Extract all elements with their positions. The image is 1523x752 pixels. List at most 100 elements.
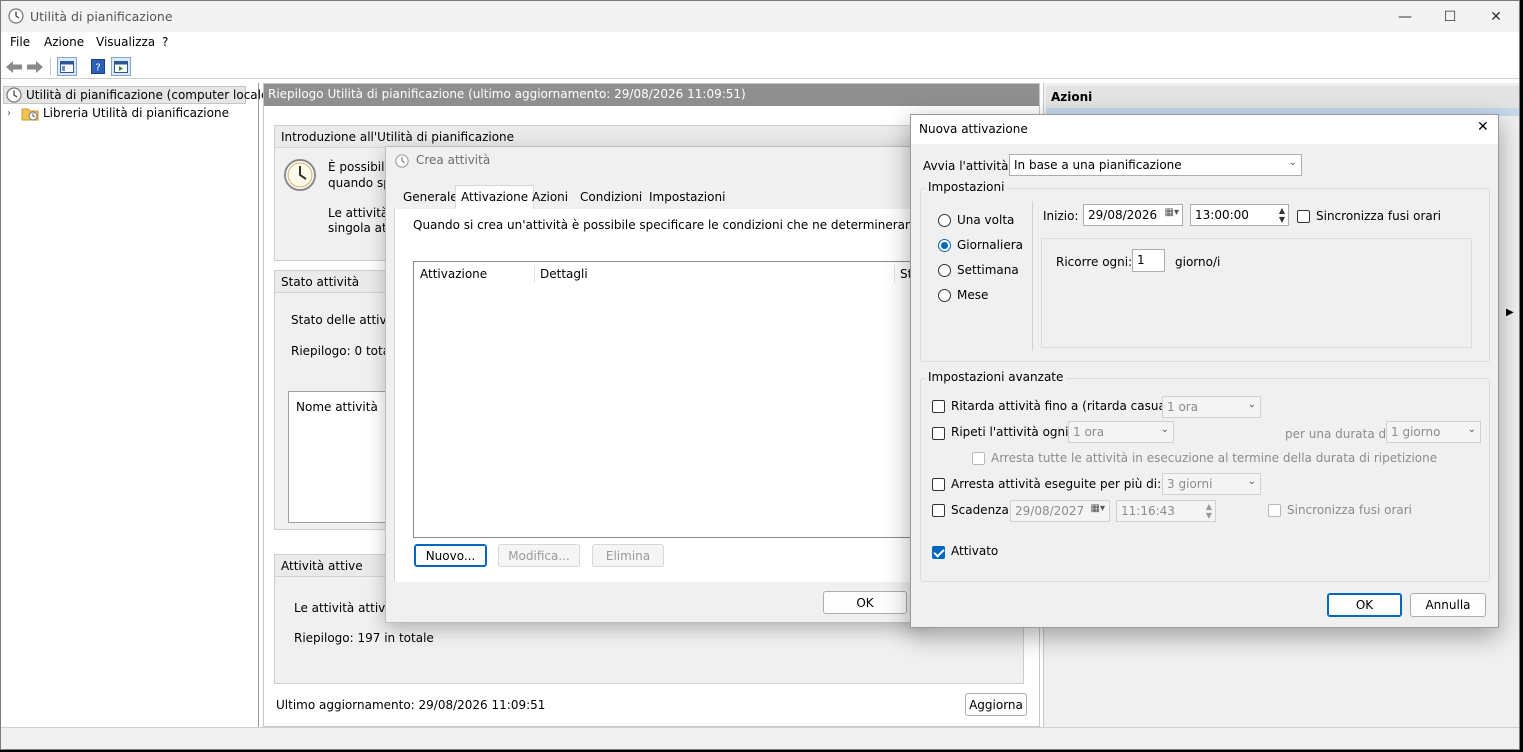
start-task-select[interactable]: In base a una pianificazione ⌄: [1009, 154, 1302, 176]
recur-input[interactable]: 1: [1132, 249, 1165, 272]
maximize-button[interactable]: ☐: [1427, 1, 1473, 32]
dialog-close-icon[interactable]: ✕: [1477, 119, 1489, 135]
new-trigger-label: Nuovo...: [425, 548, 476, 563]
expire-time-field[interactable]: 11:16:43 ▲ ▼: [1116, 500, 1216, 522]
back-arrow-icon: [6, 60, 22, 73]
intro-text-1: È possibile: [328, 160, 392, 174]
menu-file[interactable]: File: [10, 35, 30, 49]
large-clock-icon: [283, 158, 317, 195]
expire-time-value: 11:16:43: [1121, 504, 1175, 518]
expire-sync-checkbox[interactable]: [1268, 504, 1281, 517]
refresh-button[interactable]: Aggiorna: [965, 693, 1027, 716]
cancel-button-label: Annulla: [1425, 598, 1471, 612]
delay-select[interactable]: 1 ora ⌄: [1162, 396, 1261, 418]
advanced-group-label: Impostazioni avanzate: [925, 370, 1067, 384]
column-trigger[interactable]: Attivazione: [420, 267, 487, 281]
task-status-list[interactable]: Nome attività: [288, 391, 388, 523]
tree-item-library-label: Libreria Utilità di pianificazione: [43, 106, 229, 120]
delay-label[interactable]: Ritarda attività fino a (ritarda casuale…: [951, 399, 1185, 413]
help-book-icon: ?: [91, 59, 105, 74]
stop-longer-select[interactable]: 3 giorni ⌄: [1162, 473, 1261, 495]
expire-sync-label[interactable]: Sincronizza fusi orari: [1287, 503, 1412, 517]
stop-longer-label[interactable]: Arresta attività eseguite per più di:: [951, 477, 1161, 491]
spin-updown-icon[interactable]: ▲ ▼: [1206, 502, 1212, 520]
edit-trigger-button[interactable]: Modifica...: [498, 544, 580, 567]
start-date-value: 29/08/2026: [1088, 208, 1158, 222]
minimize-icon: —: [1398, 8, 1412, 25]
tab-conditions[interactable]: Condizioni: [575, 188, 647, 209]
summary-header: Riepilogo Utilità di pianificazione (ult…: [264, 84, 1039, 106]
duration-select[interactable]: 1 giorno ⌄: [1386, 421, 1481, 443]
recur-label: Ricorre ogni:: [1056, 255, 1133, 269]
radio-monthly-label[interactable]: Mese: [957, 288, 988, 302]
tree-item-root-label: Utilità di pianificazione (computer loca…: [26, 88, 274, 102]
close-button[interactable]: ✕: [1473, 1, 1519, 32]
expire-date-picker[interactable]: 29/08/2027 ▦▾: [1010, 500, 1110, 522]
recur-value: 1: [1137, 253, 1145, 267]
forward-arrow-icon: [27, 60, 43, 73]
enabled-checkbox[interactable]: [932, 546, 945, 559]
ok-button[interactable]: OK: [1327, 593, 1402, 617]
sync-timezones-label[interactable]: Sincronizza fusi orari: [1316, 209, 1441, 223]
minimize-button[interactable]: —: [1382, 1, 1428, 32]
chevron-right-icon[interactable]: ›: [7, 108, 21, 119]
tree-item-library[interactable]: › Libreria Utilità di pianificazione: [7, 104, 229, 122]
radio-monthly[interactable]: [938, 289, 951, 302]
menu-help[interactable]: ?: [162, 35, 168, 49]
delay-checkbox[interactable]: [932, 400, 945, 413]
menu-action[interactable]: Azione: [44, 35, 84, 49]
radio-once-label[interactable]: Una volta: [957, 213, 1014, 227]
task-name-column-header[interactable]: Nome attività: [296, 400, 378, 414]
tab-triggers[interactable]: Attivazione: [455, 185, 535, 210]
forward-button[interactable]: [25, 57, 45, 76]
start-task-label: Avvia l'attività:: [923, 159, 1013, 173]
stop-all-checkbox[interactable]: [972, 452, 985, 465]
title-bar: Utilità di pianificazione — ☐ ✕: [1, 1, 1519, 32]
triggers-tab-panel: Quando si crea un'attività è possibile s…: [394, 209, 1008, 582]
delay-value: 1 ora: [1167, 400, 1199, 414]
spin-updown-icon[interactable]: ▲ ▼: [1279, 206, 1285, 224]
radio-weekly-label[interactable]: Settimana: [957, 263, 1019, 277]
expire-checkbox[interactable]: [932, 504, 945, 517]
console-tree: Utilità di pianificazione (computer loca…: [1, 83, 273, 727]
menu-view[interactable]: Visualizza: [96, 35, 155, 49]
new-trigger-dialog: Nuova attivazione ✕ Avvia l'attività: In…: [910, 114, 1499, 628]
submenu-arrow-icon[interactable]: ▶: [1506, 307, 1514, 318]
repeat-checkbox[interactable]: [932, 427, 945, 440]
tab-settings[interactable]: Impostazioni: [644, 188, 730, 209]
duration-label: per una durata di:: [1285, 427, 1394, 441]
start-time-field[interactable]: 13:00:00 ▲ ▼: [1190, 204, 1289, 226]
column-details[interactable]: Dettagli: [540, 267, 588, 281]
stop-all-label[interactable]: Arresta tutte le attività in esecuzione …: [991, 451, 1437, 465]
stop-longer-value: 3 giorni: [1167, 477, 1213, 491]
cancel-button[interactable]: Annulla: [1410, 593, 1486, 617]
tab-general[interactable]: Generale: [398, 188, 463, 209]
status-bar: [1, 727, 1519, 749]
repeat-label[interactable]: Ripeti l'attività ogni:: [951, 425, 1073, 439]
help-button[interactable]: ?: [88, 57, 108, 76]
radio-daily-label[interactable]: Giornaliera: [957, 238, 1023, 252]
expire-label[interactable]: Scadenza:: [951, 503, 1013, 517]
radio-once[interactable]: [938, 214, 951, 227]
repeat-select[interactable]: 1 ora ⌄: [1068, 421, 1174, 443]
show-console-tree-button[interactable]: [57, 57, 77, 76]
new-trigger-button[interactable]: Nuovo...: [414, 544, 487, 567]
chevron-down-icon: ⌄: [1247, 476, 1256, 487]
toolbar: ?: [1, 54, 1519, 79]
show-action-pane-button[interactable]: [111, 57, 131, 76]
delete-trigger-button[interactable]: Elimina: [592, 544, 664, 567]
enabled-label[interactable]: Attivato: [951, 544, 998, 558]
back-button[interactable]: [4, 57, 24, 76]
window-title: Utilità di pianificazione: [30, 9, 173, 24]
start-time-value: 13:00:00: [1195, 208, 1249, 222]
create-task-ok-button[interactable]: OK: [823, 591, 907, 614]
tab-actions[interactable]: Azioni: [527, 188, 573, 209]
triggers-list[interactable]: Attivazione Dettagli St: [413, 261, 925, 538]
radio-weekly[interactable]: [938, 264, 951, 277]
chevron-down-icon: ⌄: [1247, 399, 1256, 410]
start-date-picker[interactable]: 29/08/2026 ▦▾: [1083, 204, 1183, 226]
radio-daily[interactable]: [938, 239, 951, 252]
stop-longer-checkbox[interactable]: [932, 478, 945, 491]
tree-item-root[interactable]: Utilità di pianificazione (computer loca…: [3, 86, 273, 104]
sync-timezones-checkbox[interactable]: [1297, 210, 1310, 223]
